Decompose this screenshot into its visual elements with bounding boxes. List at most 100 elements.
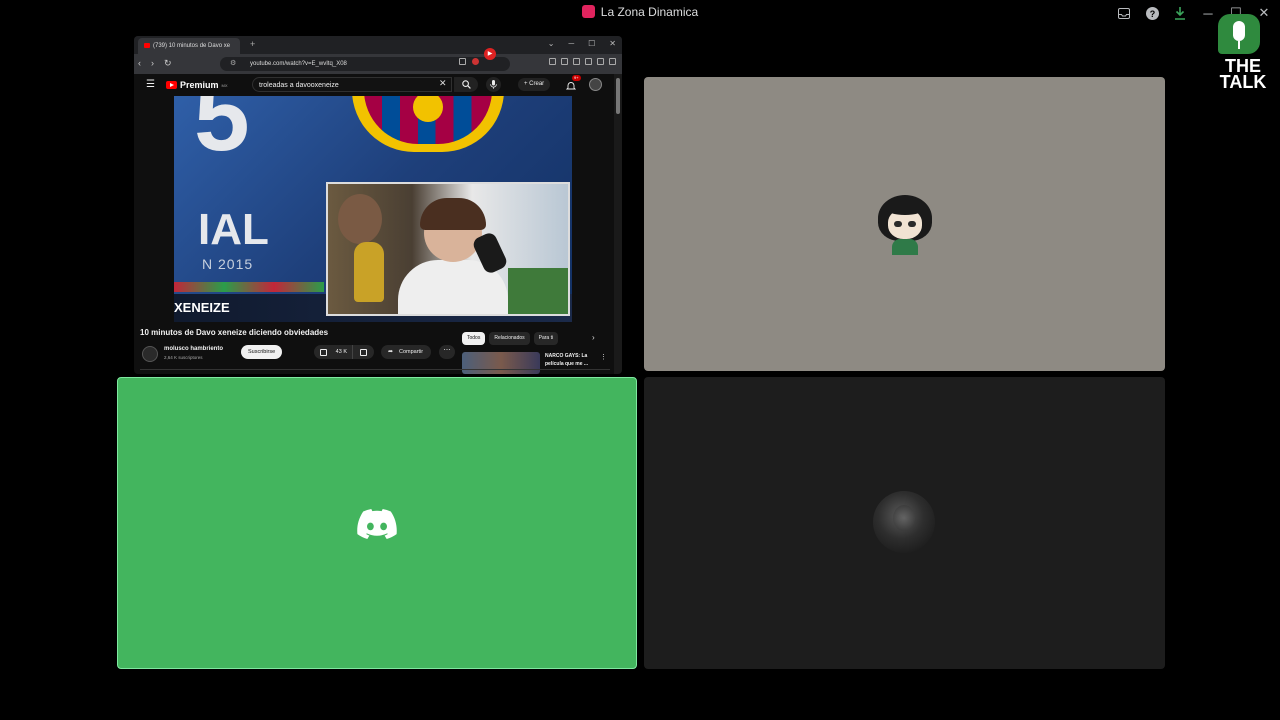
streamer-webcam — [326, 182, 570, 316]
tab-search-button[interactable]: ⌄ — [548, 39, 555, 48]
youtube-header: ☰ Premium MX troleadas a davooxeneize ✕ +… — [134, 74, 614, 96]
video-number-graphic: 5 — [174, 96, 292, 174]
clear-search-icon[interactable]: ✕ — [439, 78, 447, 89]
browser-menu-icon[interactable] — [609, 58, 616, 65]
browser-maximize-button[interactable]: ☐ — [588, 39, 595, 48]
participant-tile-discord[interactable] — [117, 377, 637, 669]
extensions-icon[interactable] — [585, 58, 592, 65]
related-video-thumbnail[interactable] — [462, 352, 540, 374]
video-title: 10 minutos de Davo xeneize diciendo obvi… — [140, 328, 329, 337]
app-title: La Zona Dinamica — [0, 5, 1280, 19]
browser-nav: ‹ › ↻ — [138, 58, 172, 69]
download-icon[interactable] — [1170, 4, 1190, 22]
page-divider — [140, 369, 610, 370]
video-player[interactable]: 5 IAL N 2015 XENEIZE — [174, 96, 572, 322]
avatar-body — [892, 239, 918, 255]
player-left-margin — [134, 96, 174, 322]
youtube-play-icon — [166, 81, 177, 89]
inbox-icon[interactable] — [1114, 4, 1134, 22]
youtube-logo[interactable]: Premium MX — [166, 80, 228, 90]
related-video-title[interactable]: NARCO GAYS: La película que me ... — [545, 352, 595, 368]
help-icon[interactable]: ? — [1142, 4, 1162, 22]
new-tab-button[interactable]: + — [250, 39, 255, 49]
site-info-icon[interactable]: ⚙ — [230, 57, 236, 71]
dislike-button[interactable] — [352, 345, 374, 359]
participant-avatar-anime — [878, 195, 932, 255]
notifications-button[interactable]: 9+ — [565, 75, 581, 90]
youtube-search-input[interactable]: troleadas a davooxeneize — [252, 77, 452, 92]
youtube-logo-label: Premium — [180, 80, 219, 90]
related-chips: Todos Relacionados Para ti — [462, 332, 559, 345]
video-overlay-word: IAL — [198, 205, 269, 254]
trophy-figure — [354, 242, 384, 302]
avatar-eye-left — [894, 221, 902, 227]
reading-list-icon[interactable] — [561, 58, 568, 65]
app-title-text: La Zona Dinamica — [600, 5, 699, 19]
chip-todos[interactable]: Todos — [462, 332, 486, 345]
page-scrollbar[interactable] — [614, 74, 622, 374]
watermark-mic-stand — [1238, 41, 1240, 49]
scrollbar-thumb[interactable] — [616, 78, 620, 114]
notifications-badge: 9+ — [572, 75, 581, 81]
participant-tile-gray[interactable] — [644, 77, 1165, 371]
channel-name[interactable]: molusco hambriento — [164, 346, 223, 352]
watermark-line2: TALK — [1219, 72, 1267, 92]
extension-badge-icon[interactable] — [472, 58, 479, 65]
streamer-hair — [420, 198, 486, 230]
back-icon[interactable]: ‹ — [138, 58, 141, 69]
forward-icon[interactable]: › — [151, 58, 154, 69]
address-bar-url: youtube.com/watch?v=E_wvItq_X08 — [250, 61, 347, 67]
avatar-bangs — [886, 203, 924, 215]
browser-close-button[interactable]: ✕ — [609, 39, 616, 48]
subscribe-button[interactable]: Suscribirse — [241, 345, 283, 359]
music-icon[interactable] — [549, 58, 556, 65]
hamburger-menu-icon[interactable]: ☰ — [146, 79, 155, 90]
participant-tile-dark[interactable] — [644, 377, 1165, 669]
app-titlebar: La Zona Dinamica ? ─ ☐ ✕ — [0, 0, 1280, 26]
create-button[interactable]: + Crear — [518, 78, 551, 91]
search-icon — [461, 80, 471, 89]
svg-text:?: ? — [1149, 9, 1155, 19]
discord-logo-icon — [357, 509, 397, 539]
video-overlay-stripe — [174, 282, 324, 292]
cast-icon[interactable] — [459, 58, 466, 65]
fc-barcelona-crest — [352, 96, 504, 152]
browser-tab-title: (739) 10 minutos de Davo xe — [153, 43, 231, 49]
screen-share-tile[interactable]: (739) 10 minutos de Davo xe + ⌄ ─ ☐ ✕ ‹ … — [134, 36, 622, 374]
background-player-figure — [338, 194, 382, 244]
watermark-microphone-icon — [1233, 21, 1245, 41]
search-button[interactable] — [454, 77, 478, 92]
reload-icon[interactable]: ↻ — [164, 58, 172, 69]
participant-avatar-dark — [873, 491, 935, 553]
recording-indicator-icon: ▶ — [484, 48, 496, 60]
youtube-logo-region: MX — [221, 82, 228, 88]
like-button[interactable]: 43 K — [314, 345, 352, 359]
the-talk-watermark: THE TALK — [1214, 14, 1272, 94]
split-view-icon[interactable] — [573, 58, 580, 65]
avatar-eye-right — [908, 221, 916, 227]
chip-relacionados[interactable]: Relacionados — [489, 332, 530, 345]
watermark-text: THE TALK — [1214, 57, 1272, 92]
create-label: Crear — [529, 81, 545, 87]
app-logo-icon — [581, 5, 595, 18]
profile-icon[interactable] — [597, 58, 604, 65]
share-button[interactable]: Compartir — [381, 345, 431, 359]
video-lower-third-text: XENEIZE — [174, 300, 230, 315]
chip-para-ti[interactable]: Para ti — [533, 332, 559, 345]
browser-tab[interactable]: (739) 10 minutos de Davo xe — [138, 38, 240, 54]
stadium-background — [508, 268, 568, 314]
browser-window-controls: ⌄ ─ ☐ ✕ — [548, 39, 616, 48]
related-video-menu-icon[interactable]: ⋮ — [600, 353, 607, 361]
youtube-favicon-icon — [144, 42, 150, 48]
more-actions-icon[interactable]: ⋯ — [439, 345, 455, 359]
video-overlay-year: N 2015 — [202, 256, 254, 272]
browser-toolbar: ‹ › ↻ ⚙ youtube.com/watch?v=E_wvItq_X08 — [134, 54, 622, 74]
extension-icons — [459, 58, 479, 65]
voice-search-button[interactable] — [486, 77, 501, 92]
account-avatar[interactable] — [589, 78, 602, 91]
bell-icon — [565, 82, 577, 90]
chips-next-icon[interactable]: › — [592, 333, 595, 342]
browser-minimize-button[interactable]: ─ — [568, 39, 574, 48]
toolbar-icons — [549, 58, 616, 65]
channel-avatar[interactable] — [142, 346, 158, 362]
